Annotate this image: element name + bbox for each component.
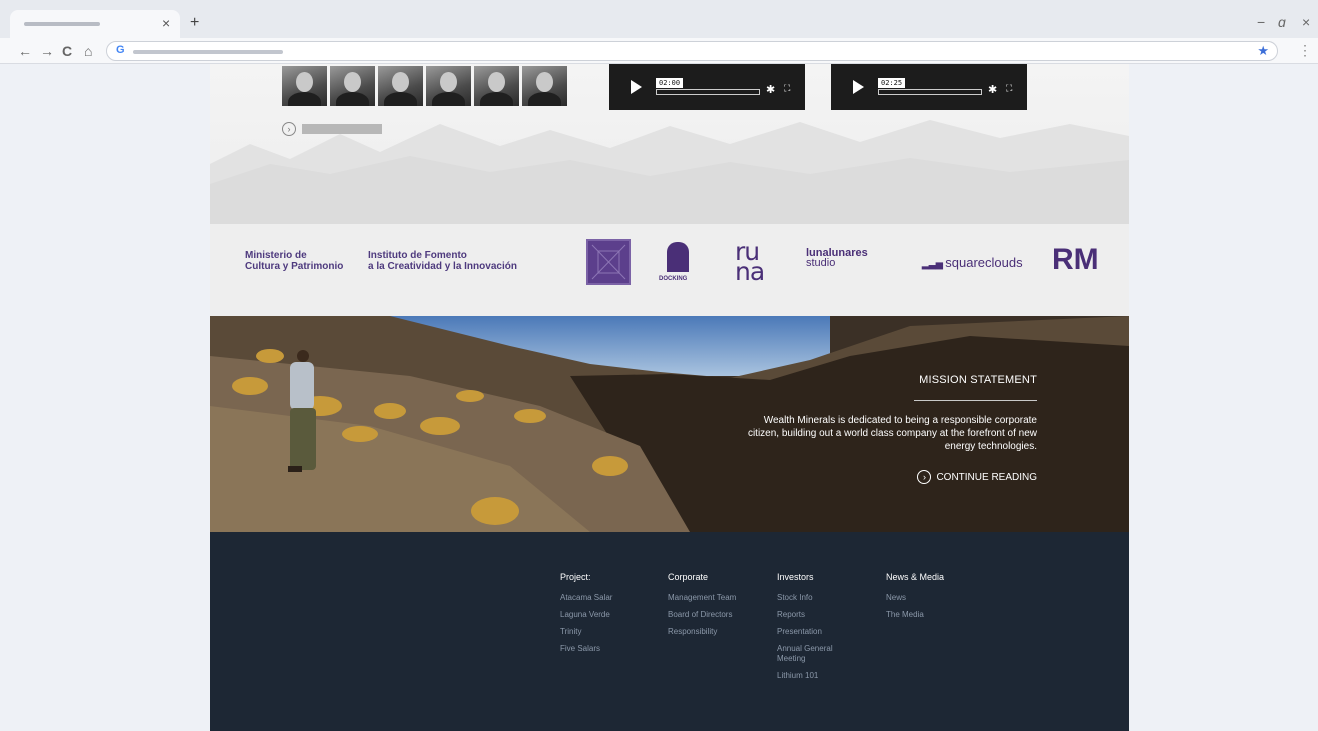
footer-link[interactable]: Trinity: [560, 627, 665, 637]
progress-track[interactable]: [656, 89, 760, 95]
fullscreen-icon[interactable]: ⛶: [784, 83, 790, 94]
footer-link[interactable]: Presentation: [777, 627, 857, 637]
squareclouds-label: squareclouds: [945, 255, 1023, 270]
browser-menu-icon[interactable]: ⋮: [1298, 42, 1312, 59]
footer-link[interactable]: Annual General Meeting: [777, 644, 847, 664]
footer-link[interactable]: News: [886, 593, 991, 603]
more-link[interactable]: ›: [282, 122, 382, 136]
footer-link[interactable]: The Media: [886, 610, 991, 620]
hiker-figure: [288, 350, 316, 472]
squareclouds-bars-icon: ▂▃▅: [922, 259, 946, 269]
bookmark-star-icon[interactable]: ★: [1257, 43, 1269, 59]
player-time: 02:25: [878, 78, 906, 88]
media-and-sponsors-section: › 02:00 ✱ ⛶ 02:25 ✱ ⛶ Ministerio de Cult…: [210, 64, 1129, 316]
circle-arrow-icon: ›: [917, 470, 932, 484]
address-bar[interactable]: G ★: [106, 41, 1278, 61]
runa-line: na: [735, 257, 765, 286]
team-photo[interactable]: [282, 66, 327, 106]
footer-column-corporate: Corporate Management Team Board of Direc…: [668, 572, 773, 644]
new-tab-icon[interactable]: +: [190, 14, 199, 32]
browser-tab-bar: × + − ɑ ×: [0, 0, 1318, 38]
sponsor-line: Instituto de Fomento: [368, 250, 467, 261]
forward-icon[interactable]: →: [40, 43, 54, 59]
site-footer: Project: Atacama Salar Laguna Verde Trin…: [210, 532, 1129, 731]
play-icon[interactable]: [853, 80, 864, 94]
link-text-placeholder: [302, 124, 382, 134]
logo-pattern: [591, 244, 626, 280]
circle-arrow-icon: ›: [282, 122, 296, 136]
sponsor-line: Cultura y Patrimonio: [245, 261, 344, 272]
sponsor-logo-squareclouds[interactable]: ▂▃▅ squareclouds: [922, 255, 1023, 270]
mission-divider: [914, 400, 1037, 401]
sponsor-logo-docking[interactable]: DOCKING: [656, 242, 702, 290]
footer-link[interactable]: Responsibility: [668, 627, 773, 637]
reload-icon[interactable]: C: [62, 43, 72, 59]
google-icon: G: [116, 44, 125, 56]
docking-shape: [667, 242, 689, 272]
mission-title: MISSION STATEMENT: [919, 374, 1037, 386]
fullscreen-icon[interactable]: ⛶: [1006, 83, 1012, 94]
mission-text: Wealth Minerals is dedicated to being a …: [747, 415, 1037, 452]
back-icon[interactable]: ←: [18, 43, 32, 59]
footer-link[interactable]: Laguna Verde: [560, 610, 665, 620]
tab-close-icon[interactable]: ×: [162, 15, 170, 31]
footer-link[interactable]: Management Team: [668, 593, 773, 603]
footer-link[interactable]: Lithium 101: [777, 671, 857, 681]
play-icon[interactable]: [631, 80, 642, 94]
lunalunares-line: studio: [806, 257, 836, 269]
sponsor-logo-square[interactable]: [586, 239, 631, 285]
team-photo[interactable]: [522, 66, 567, 106]
footer-column-investors: Investors Stock Info Reports Presentatio…: [777, 572, 857, 688]
sponsor-instituto[interactable]: Instituto de Fomento a la Creatividad y …: [368, 250, 517, 272]
sponsor-logo-lunalunares[interactable]: lunalunares studio: [806, 248, 868, 269]
gear-icon[interactable]: ✱: [766, 83, 775, 96]
team-photos: [282, 66, 567, 106]
player-time: 02:00: [656, 78, 684, 88]
continue-reading-link[interactable]: › CONTINUE READING: [917, 470, 1037, 484]
footer-link[interactable]: Stock Info: [777, 593, 857, 603]
sponsor-line: a la Creatividad y la Innovación: [368, 261, 517, 272]
browser-toolbar: ← → C ⌂ G ★ ⋮: [0, 38, 1318, 64]
tab-title-placeholder: [24, 22, 100, 26]
url-placeholder: [133, 50, 283, 54]
restore-icon[interactable]: ɑ: [1278, 14, 1286, 30]
footer-heading: News & Media: [886, 572, 945, 582]
team-photo[interactable]: [330, 66, 375, 106]
team-photo[interactable]: [426, 66, 471, 106]
footer-link[interactable]: Atacama Salar: [560, 593, 665, 603]
footer-column-project: Project: Atacama Salar Laguna Verde Trin…: [560, 572, 665, 661]
minimize-icon[interactable]: −: [1257, 14, 1265, 30]
footer-link[interactable]: Five Salars: [560, 644, 665, 654]
footer-heading: Corporate: [668, 572, 709, 582]
sponsor-line: Ministerio de: [245, 250, 307, 261]
mission-hero: MISSION STATEMENT Wealth Minerals is ded…: [210, 316, 1129, 532]
footer-heading: Investors: [777, 572, 814, 582]
sponsor-logo-rm[interactable]: RM: [1052, 245, 1099, 275]
home-icon[interactable]: ⌂: [84, 43, 92, 59]
window-close-icon[interactable]: ×: [1302, 14, 1310, 30]
footer-link[interactable]: Reports: [777, 610, 857, 620]
docking-label: DOCKING: [659, 276, 688, 282]
audio-player: 02:25 ✱ ⛶: [831, 64, 1027, 110]
audio-player: 02:00 ✱ ⛶: [609, 64, 805, 110]
progress-track[interactable]: [878, 89, 982, 95]
web-page: › 02:00 ✱ ⛶ 02:25 ✱ ⛶ Ministerio de Cult…: [210, 64, 1129, 731]
sponsor-ministerio[interactable]: Ministerio de Cultura y Patrimonio: [245, 250, 343, 272]
sponsor-logo-runa[interactable]: ru na: [735, 239, 765, 286]
footer-link[interactable]: Board of Directors: [668, 610, 773, 620]
continue-reading-label: CONTINUE READING: [936, 471, 1037, 483]
footer-heading: Project:: [560, 572, 591, 582]
team-photo[interactable]: [378, 66, 423, 106]
team-photo[interactable]: [474, 66, 519, 106]
gear-icon[interactable]: ✱: [988, 83, 997, 96]
browser-tab[interactable]: ×: [10, 10, 180, 38]
footer-column-news-media: News & Media News The Media: [886, 572, 991, 627]
